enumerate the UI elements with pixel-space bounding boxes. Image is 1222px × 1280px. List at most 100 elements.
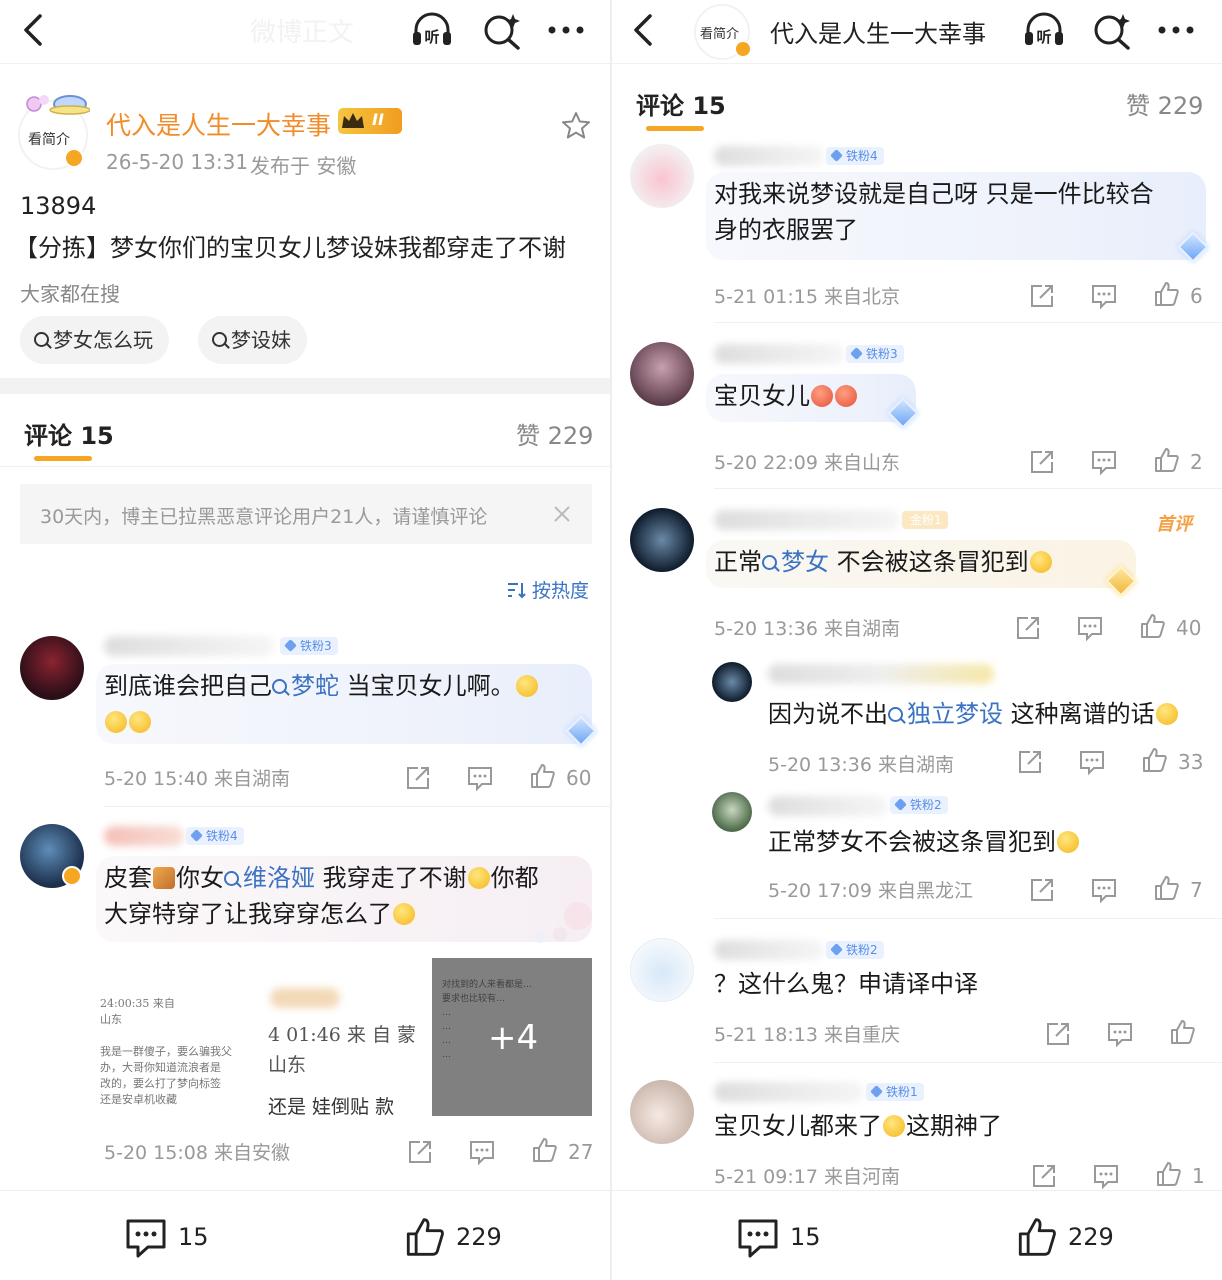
- comment-icon[interactable]: [468, 1138, 496, 1166]
- topic-link[interactable]: 维洛娅: [224, 864, 315, 892]
- like-icon[interactable]: [530, 1136, 558, 1164]
- tab-likes[interactable]: 赞 229: [1126, 86, 1203, 121]
- commenter-avatar[interactable]: [630, 938, 694, 1002]
- like-icon[interactable]: [1152, 874, 1180, 902]
- avatar-text: 看简介: [28, 132, 70, 148]
- reply-avatar[interactable]: [712, 792, 752, 832]
- fan-badge: 金粉1: [902, 511, 948, 529]
- tab-comments[interactable]: 评论 15: [636, 86, 726, 121]
- commenter-name-blurred[interactable]: [714, 146, 824, 166]
- topic-link[interactable]: 独立梦设: [888, 700, 1003, 728]
- listen-icon[interactable]: 听: [410, 10, 454, 50]
- more-images-count: +4: [488, 1018, 539, 1058]
- share-icon[interactable]: [406, 1138, 434, 1166]
- back-arrow-icon[interactable]: [16, 12, 52, 48]
- commenter-name-blurred[interactable]: [714, 940, 824, 960]
- comment-icon[interactable]: [1092, 1162, 1120, 1190]
- comment-icon[interactable]: [124, 1217, 168, 1259]
- like-icon[interactable]: [1168, 1018, 1196, 1046]
- comment-icon[interactable]: [736, 1217, 780, 1259]
- share-icon[interactable]: [1028, 876, 1056, 904]
- search-spark-icon[interactable]: [480, 10, 524, 50]
- comment-text-part: 你女: [176, 864, 224, 892]
- nav-title-faded: 微博正文: [250, 18, 355, 48]
- comment-meta: 5-20 22:09 来自山东: [714, 452, 900, 474]
- like-count: 40: [1176, 616, 1202, 640]
- listen-icon[interactable]: 听: [1022, 10, 1066, 50]
- share-icon[interactable]: [404, 764, 432, 792]
- share-icon[interactable]: [1014, 614, 1042, 642]
- comment-icon[interactable]: [466, 764, 494, 792]
- trending-chip-2[interactable]: 梦设妹: [198, 316, 307, 364]
- commenter-name-blurred[interactable]: [714, 510, 900, 530]
- like-icon[interactable]: [1152, 446, 1180, 474]
- notice-text: 30天内，博主已拉黑恶意评论用户21人，请谨慎评论: [40, 506, 488, 528]
- fan-badge: 铁粉3: [280, 637, 338, 655]
- comment-icon[interactable]: [1090, 876, 1118, 904]
- fan-badge: 铁粉3: [846, 345, 904, 363]
- commenter-avatar[interactable]: [630, 508, 694, 572]
- commenter-avatar[interactable]: [20, 636, 84, 700]
- like-icon[interactable]: [1152, 280, 1180, 308]
- comment-icon[interactable]: [1090, 448, 1118, 476]
- sort-label: 按热度: [532, 580, 590, 602]
- topic-link-label: 独立梦设: [907, 700, 1003, 728]
- share-icon[interactable]: [1028, 448, 1056, 476]
- top-nav-bar: 微博正文 听: [0, 0, 610, 64]
- sort-by-heat[interactable]: 按热度: [506, 576, 589, 603]
- chip-label: 梦女怎么玩: [53, 328, 153, 352]
- commenter-name-blurred[interactable]: [714, 344, 844, 364]
- like-icon[interactable]: [1154, 1160, 1182, 1188]
- like-icon[interactable]: [528, 762, 556, 790]
- comment-icon[interactable]: [1106, 1020, 1134, 1048]
- like-icon[interactable]: [1140, 746, 1168, 774]
- back-arrow-icon[interactable]: [626, 12, 662, 48]
- like-count: 7: [1190, 878, 1203, 902]
- comment-image-2[interactable]: 4 01:46 来 自 蒙 山东 还是 娃倒贴 款: [264, 966, 430, 1116]
- commenter-name-blurred[interactable]: [104, 636, 274, 656]
- like-icon[interactable]: [1014, 1215, 1058, 1259]
- tab-comments[interactable]: 评论 15: [24, 416, 114, 451]
- commenter-name-blurred[interactable]: [714, 1082, 864, 1102]
- horse-emoji-icon: [153, 867, 175, 889]
- share-icon[interactable]: [1016, 748, 1044, 776]
- topic-link[interactable]: 梦蛇: [272, 672, 339, 700]
- commenter-avatar[interactable]: [630, 342, 694, 406]
- comment-icon[interactable]: [1078, 748, 1106, 776]
- comment-image-3[interactable]: 对找到的人来看都是… 要求也比较有…………… +4: [432, 958, 592, 1116]
- share-icon[interactable]: [1044, 1020, 1072, 1048]
- divider-line: [714, 488, 1222, 489]
- tab-underline: [34, 456, 92, 461]
- bottom-comment-count: 15: [178, 1223, 209, 1251]
- laughing-emoji-icon: [515, 675, 538, 697]
- image-text-3: 山东: [268, 1054, 307, 1076]
- more-icon[interactable]: [544, 10, 588, 50]
- close-icon[interactable]: [552, 504, 572, 524]
- comment-text-part: 我穿走了不谢: [322, 864, 467, 892]
- trending-chip-1[interactable]: 梦女怎么玩: [20, 316, 169, 364]
- author-name[interactable]: 代入是人生一大幸事: [106, 106, 331, 142]
- like-icon[interactable]: [1138, 612, 1166, 640]
- star-icon[interactable]: [560, 110, 592, 142]
- commenter-avatar[interactable]: [630, 1080, 694, 1144]
- replier-name-blurred[interactable]: [768, 796, 888, 816]
- comment-icon[interactable]: [1076, 614, 1104, 642]
- tab-likes[interactable]: 赞 229: [516, 416, 593, 451]
- search-spark-icon[interactable]: [1090, 10, 1134, 50]
- first-comment-tag: 首评: [1156, 514, 1192, 535]
- replier-name-blurred[interactable]: [768, 664, 994, 684]
- like-icon[interactable]: [402, 1215, 446, 1259]
- topic-link[interactable]: 梦女: [762, 548, 829, 576]
- share-icon[interactable]: [1028, 282, 1056, 310]
- commenter-avatar[interactable]: [630, 144, 694, 208]
- share-icon[interactable]: [1030, 1162, 1058, 1190]
- comment-icon[interactable]: [1090, 282, 1118, 310]
- more-icon[interactable]: [1154, 10, 1198, 50]
- reply-avatar[interactable]: [712, 662, 752, 702]
- nervous-emoji-icon: [1029, 551, 1052, 573]
- commenter-name-blurred[interactable]: [104, 826, 184, 846]
- comment-image-1[interactable]: 24:00:35 来自 山东 我是一群傻子，要么骗我父 办，大哥你知道流浪者是 改的，要…: [100, 966, 260, 1116]
- tongue-emoji-icon: [467, 867, 490, 889]
- divider-line: [104, 806, 610, 807]
- vip-level-badge: II: [338, 108, 402, 134]
